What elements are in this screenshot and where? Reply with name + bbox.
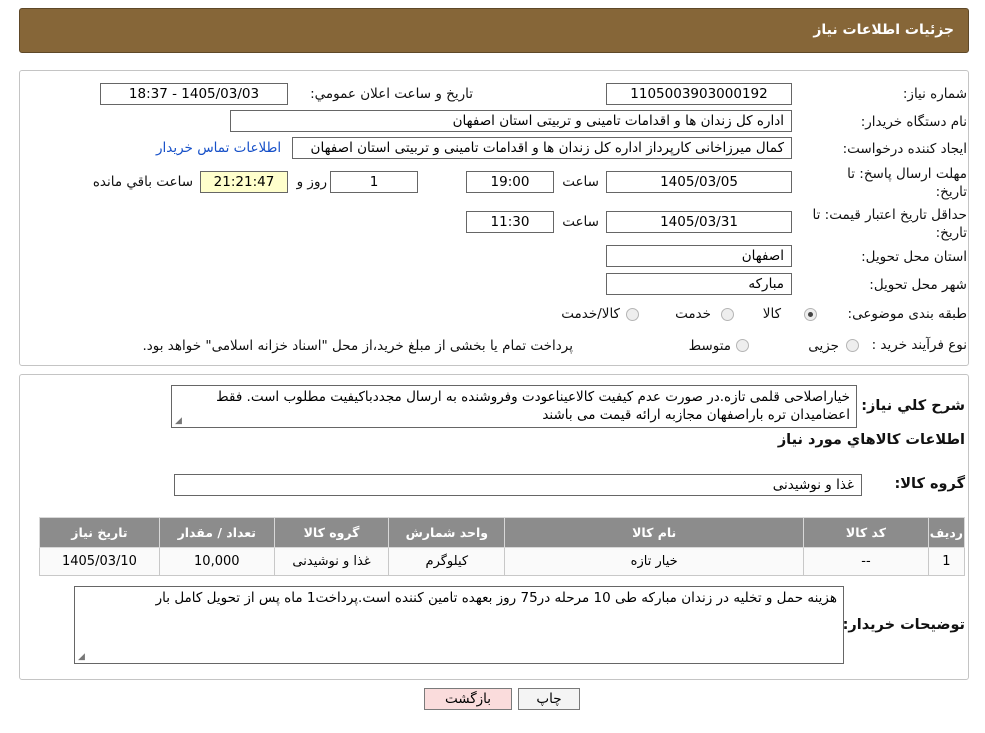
col-item-code: کد کالا	[803, 517, 929, 548]
days-label: روز و	[296, 174, 327, 190]
col-unit: واحد شمارش	[388, 517, 506, 548]
buyer-org-label: نام دستگاه خريدار:	[860, 114, 967, 130]
deadline-date-field: 1405/03/05	[606, 171, 792, 193]
resize-grip-icon: ◢	[175, 416, 182, 426]
goods-table-header: رديف کد کالا نام کالا واحد شمارش گروه کا…	[39, 517, 966, 548]
deadline-label-date: تاریخ:	[935, 184, 967, 200]
cell-need-date: 1405/03/10	[39, 547, 160, 576]
col-row-number: رديف	[927, 517, 966, 548]
process-option-medium: متوسط	[688, 338, 731, 354]
province-label: استان محل تحویل:	[861, 249, 967, 265]
process-radio-minor[interactable]	[846, 339, 859, 352]
validity-date-field: 1405/03/31	[606, 211, 792, 233]
process-radio-medium[interactable]	[736, 339, 749, 352]
days-field: 1	[330, 171, 418, 193]
cell-unit: کیلوگرم	[388, 547, 506, 576]
announce-datetime-field: 1405/03/03 - 18:37	[100, 83, 288, 105]
category-option-goods-service: کالا/خدمت	[561, 306, 620, 322]
col-item-group: گروه کالا	[273, 517, 390, 548]
page-header: جزئیات اطلاعات نیاز	[19, 8, 969, 53]
cell-item-name: خیار تازه	[504, 547, 805, 576]
col-item-name: نام کالا	[504, 517, 805, 548]
remaining-time-field: 21:21:47	[200, 171, 288, 193]
deadline-label: مهلت ارسال پاسخ: تا	[847, 166, 967, 182]
cell-row-number: 1	[927, 547, 966, 576]
category-radio-service[interactable]	[721, 308, 734, 321]
col-need-date: تاريخ نياز	[39, 517, 160, 548]
goods-table: رديف کد کالا نام کالا واحد شمارش گروه کا…	[39, 517, 966, 576]
province-field: اصفهان	[606, 245, 792, 267]
back-button[interactable]: بازگشت	[424, 688, 512, 710]
category-option-goods: کالا	[762, 306, 781, 322]
deadline-time-field: 19:00	[466, 171, 554, 193]
buyer-contact-link[interactable]: اطلاعات تماس خريدار	[156, 140, 281, 156]
process-option-minor: جزیی	[808, 338, 839, 354]
validity-time-field: 11:30	[466, 211, 554, 233]
cell-quantity: 10,000	[158, 547, 275, 576]
category-radio-goods-service[interactable]	[626, 308, 639, 321]
description-textarea: خیاراصلاحی قلمی تازه.در صورت عدم کیفیت ک…	[171, 385, 857, 428]
cell-item-group: غذا و نوشیدنی	[273, 547, 390, 576]
validity-label: حداقل تاریخ اعتبار قیمت: تا	[812, 207, 967, 223]
validity-label-date: تاریخ:	[935, 225, 967, 241]
buyer-notes-label: توضيحات خريدار:	[842, 617, 965, 633]
resize-grip-icon: ◢	[78, 652, 85, 662]
category-label: طبقه بندی موضوعی:	[847, 306, 967, 322]
description-label: شرح کلي نياز:	[861, 398, 965, 414]
category-radio-goods[interactable]	[804, 308, 817, 321]
goods-group-label: گروه کالا:	[894, 476, 965, 492]
description-text: خیاراصلاحی قلمی تازه.در صورت عدم کیفیت ک…	[216, 389, 850, 423]
table-row: 1 -- خیار تازه کیلوگرم غذا و نوشیدنی 10,…	[39, 547, 966, 576]
col-quantity: تعداد / مقدار	[158, 517, 275, 548]
page-title: جزئیات اطلاعات نیاز	[813, 22, 954, 38]
creator-label: ايجاد کننده درخواست:	[842, 141, 967, 157]
buyer-org-field: اداره کل زندان ها و اقدامات تامینی و ترب…	[230, 110, 792, 132]
city-field: مبارکه	[606, 273, 792, 295]
remaining-label: ساعت باقي مانده	[92, 174, 193, 190]
validity-time-label: ساعت	[562, 214, 599, 230]
creator-field: کمال میرزاخانی کارپرداز اداره کل زندان ه…	[292, 137, 792, 159]
buyer-notes-textarea: هزینه حمل و تخلیه در زندان مبارکه طی 10 …	[74, 586, 844, 664]
announce-label: تاریخ و ساعت اعلان عمومي:	[310, 86, 473, 102]
category-option-service: خدمت	[675, 306, 711, 322]
need-number-field: 1105003903000192	[606, 83, 792, 105]
goods-group-field: غذا و نوشیدنی	[174, 474, 862, 496]
city-label: شهر محل تحویل:	[869, 277, 967, 293]
need-number-label: شماره نیاز:	[902, 86, 967, 102]
process-label: نوع فرآیند خرید :	[871, 337, 967, 353]
cell-item-code: --	[803, 547, 929, 576]
deadline-time-label: ساعت	[562, 174, 599, 190]
buyer-notes-text: هزینه حمل و تخلیه در زندان مبارکه طی 10 …	[155, 590, 837, 606]
print-button[interactable]: چاپ	[518, 688, 580, 710]
goods-section-title: اطلاعات کالاهاي مورد نياز	[777, 432, 965, 448]
process-treasury-note: پرداخت تمام یا بخشی از مبلغ خرید،از محل …	[142, 338, 573, 354]
